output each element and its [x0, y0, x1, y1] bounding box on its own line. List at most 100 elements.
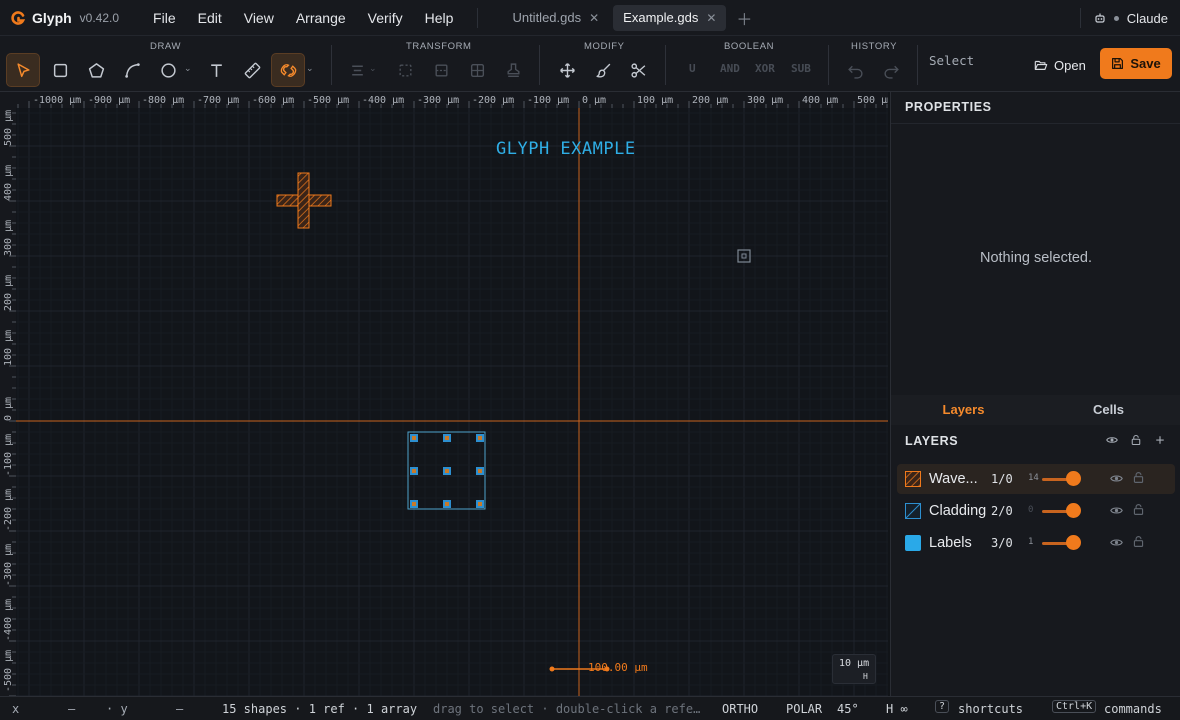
- y-tick-label: -100 µm: [3, 434, 14, 476]
- ortho-toggle[interactable]: ORTHO: [722, 702, 758, 716]
- status-bar: x — · y — 15 shapes · 1 ref · 1 array dr…: [0, 696, 1180, 720]
- open-button[interactable]: Open: [1026, 50, 1094, 80]
- cut-button[interactable]: [621, 53, 655, 87]
- layer-shape-count: 0: [1028, 505, 1034, 515]
- layer-name: Cladding: [929, 503, 987, 519]
- mode-indicator: Select: [929, 53, 975, 68]
- app-version: v0.42.0: [79, 10, 120, 25]
- rectangle-tool-button[interactable]: [43, 53, 77, 87]
- array-element[interactable]: [410, 500, 418, 508]
- scale-bar-label: 100.00 µm: [588, 661, 648, 674]
- array-element[interactable]: [410, 467, 418, 475]
- horizon-setting[interactable]: H ∞: [886, 702, 908, 716]
- menu-edit[interactable]: Edit: [188, 5, 232, 31]
- boolean-xor-button[interactable]: XOR: [755, 62, 775, 75]
- shortcuts-label[interactable]: shortcuts: [958, 702, 1023, 716]
- polar-angle[interactable]: 45°: [837, 702, 859, 716]
- x-tick-label: 400 µm: [802, 95, 838, 106]
- x-tick-label: -600 µm: [252, 95, 294, 106]
- group-label-draw: DRAW: [150, 41, 182, 52]
- grid-size-indicator[interactable]: 10 µm H: [832, 654, 876, 684]
- new-tab-plus-icon[interactable]: ＋: [736, 6, 752, 30]
- close-icon[interactable]: ✕: [589, 11, 599, 25]
- y-tick-label: -300 µm: [3, 544, 14, 586]
- polar-toggle[interactable]: POLAR: [786, 702, 822, 716]
- slider-handle[interactable]: [1066, 471, 1081, 486]
- tab-layers[interactable]: Layers: [891, 395, 1036, 425]
- layout-canvas[interactable]: -1000 µm -900 µm -800 µm -700 µm -600 µm…: [0, 92, 888, 696]
- eye-icon[interactable]: [1110, 504, 1123, 517]
- divider: [665, 45, 666, 85]
- paint-button[interactable]: [586, 53, 620, 87]
- commands-label[interactable]: commands: [1104, 702, 1162, 716]
- undo-button[interactable]: [838, 53, 872, 87]
- layer-swatch-outline: [905, 503, 921, 519]
- divider: [477, 7, 479, 28]
- array-element[interactable]: [443, 500, 451, 508]
- eye-icon[interactable]: [1110, 536, 1123, 549]
- snap-tool-button[interactable]: [271, 53, 305, 87]
- canvas-drawing[interactable]: -1000 µm -900 µm -800 µm -700 µm -600 µm…: [0, 92, 888, 696]
- chevron-down-icon[interactable]: ⌄: [306, 63, 314, 74]
- menu-verify[interactable]: Verify: [358, 5, 413, 31]
- layer-row-cladding[interactable]: Cladding 2/0 0: [897, 496, 1175, 526]
- add-layer-plus-icon[interactable]: [1154, 434, 1166, 446]
- path-tool-button[interactable]: [115, 53, 149, 87]
- tab-cells[interactable]: Cells: [1036, 395, 1180, 425]
- array-button[interactable]: [460, 53, 494, 87]
- close-icon[interactable]: ✕: [706, 11, 716, 25]
- unlock-icon[interactable]: [1132, 471, 1145, 484]
- menu-file[interactable]: File: [143, 5, 186, 31]
- tab-untitled[interactable]: Untitled.gds ✕: [502, 5, 609, 31]
- x-tick-label: -1000 µm: [33, 95, 81, 106]
- group-button[interactable]: [388, 53, 422, 87]
- array-element[interactable]: [476, 467, 484, 475]
- boolean-sub-button[interactable]: SUB: [791, 62, 811, 75]
- layer-row-labels[interactable]: Labels 3/0 1: [897, 528, 1175, 558]
- menu-help[interactable]: Help: [415, 5, 464, 31]
- boolean-union-button[interactable]: U: [689, 62, 696, 75]
- shortcuts-key[interactable]: ?: [935, 700, 950, 713]
- ruler-tool-button[interactable]: [235, 53, 269, 87]
- divider: [539, 45, 540, 85]
- lock-icon[interactable]: [1130, 434, 1142, 446]
- glyph-logo-icon: [11, 10, 26, 25]
- shape-counts: 15 shapes · 1 ref · 1 array: [222, 702, 418, 716]
- eye-icon[interactable]: [1106, 434, 1118, 446]
- chevron-down-icon[interactable]: ⌄: [369, 63, 377, 74]
- undo-icon: [847, 65, 863, 79]
- menu-view[interactable]: View: [234, 5, 284, 31]
- stamp-button[interactable]: [496, 53, 530, 87]
- menu-arrange[interactable]: Arrange: [286, 5, 356, 31]
- save-button[interactable]: Save: [1100, 48, 1172, 79]
- select-tool-button[interactable]: [6, 53, 40, 87]
- user-badge[interactable]: Claude: [1079, 0, 1168, 36]
- y-tick-label: 200 µm: [3, 275, 14, 311]
- array-element[interactable]: [410, 434, 418, 442]
- unlock-icon[interactable]: [1132, 535, 1145, 548]
- polygon-tool-button[interactable]: [79, 53, 113, 87]
- array-element[interactable]: [443, 434, 451, 442]
- array-element[interactable]: [443, 467, 451, 475]
- text-tool-button[interactable]: [199, 53, 233, 87]
- boolean-and-button[interactable]: AND: [720, 62, 740, 75]
- tab-example[interactable]: Example.gds ✕: [613, 4, 727, 31]
- eye-icon[interactable]: [1110, 472, 1123, 485]
- slider-handle[interactable]: [1066, 535, 1081, 550]
- chevron-down-icon[interactable]: ⌄: [184, 63, 192, 74]
- user-name: Claude: [1126, 10, 1168, 26]
- y-ruler-labels: 500 µm 400 µm 300 µm 200 µm 100 µm 0 µm …: [3, 110, 14, 692]
- slider-handle[interactable]: [1066, 503, 1081, 518]
- layer-row-waveguide[interactable]: Wave... 1/0 14: [897, 464, 1175, 494]
- commands-key[interactable]: Ctrl+K: [1052, 700, 1097, 713]
- array-element[interactable]: [476, 500, 484, 508]
- ungroup-button[interactable]: [424, 53, 458, 87]
- layout-text-label[interactable]: GLYPH EXAMPLE: [496, 139, 636, 159]
- redo-button[interactable]: [874, 53, 908, 87]
- app-logo[interactable]: Glyph v0.42.0: [10, 10, 119, 26]
- unlock-icon[interactable]: [1132, 503, 1145, 516]
- waveguide-cross-shape[interactable]: [276, 172, 332, 229]
- circle-tool-button[interactable]: [151, 53, 185, 87]
- move-button[interactable]: [550, 53, 584, 87]
- array-element[interactable]: [476, 434, 484, 442]
